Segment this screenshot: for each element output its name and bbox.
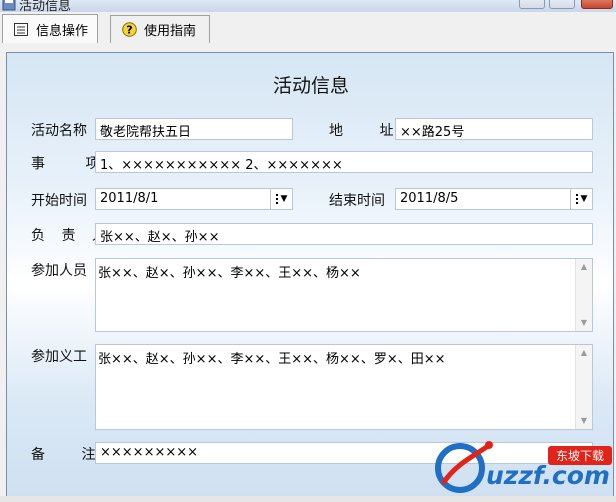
- activity-name-label: 活动名称: [31, 123, 87, 139]
- scroll-up-icon[interactable]: ▲: [576, 259, 592, 275]
- participants-scrollbar[interactable]: ▲ ▼: [575, 259, 592, 331]
- end-time-value: 2011/8/5: [400, 191, 459, 206]
- end-time-picker[interactable]: 2011/8/5 ▼: [395, 188, 593, 210]
- participants-textarea[interactable]: 张××、赵×、孙××、李××、王××、杨×× ▲ ▼: [95, 258, 593, 332]
- start-time-dropdown-button[interactable]: ▼: [270, 189, 292, 209]
- scroll-up-icon[interactable]: ▲: [576, 345, 592, 361]
- watermark-tag: 东坡下载: [556, 449, 604, 463]
- help-icon: ?: [121, 22, 137, 38]
- end-time-dropdown-button[interactable]: ▼: [570, 189, 592, 209]
- app-icon: [2, 0, 16, 11]
- svg-text:uzzf.com: uzzf.com: [486, 461, 610, 490]
- tab-user-guide-label: 使用指南: [144, 24, 197, 39]
- volunteers-scrollbar[interactable]: ▲ ▼: [575, 345, 592, 429]
- window-title: 活动信息: [19, 0, 72, 12]
- items-field[interactable]: 1、××××××××××× 2、×××××××: [95, 151, 593, 173]
- leader-field[interactable]: 张××、赵×、孙××: [95, 223, 593, 245]
- minimize-button[interactable]: [519, 0, 545, 9]
- scroll-down-icon[interactable]: ▼: [576, 413, 592, 429]
- start-time-value: 2011/8/1: [100, 191, 159, 206]
- address-field[interactable]: ××路25号: [395, 118, 593, 140]
- tab-strip: 信息操作 ? 使用指南: [0, 12, 616, 44]
- participants-text: 张××、赵×、孙××、李××、王××、杨××: [98, 266, 361, 281]
- maximize-button[interactable]: [549, 0, 575, 9]
- volunteers-label: 参加义工: [31, 349, 87, 365]
- tab-user-guide[interactable]: ? 使用指南: [110, 15, 210, 43]
- close-button[interactable]: [581, 0, 613, 9]
- volunteers-text: 张××、赵×、孙××、李××、王××、杨××、罗×、田××: [98, 352, 446, 367]
- start-time-picker[interactable]: 2011/8/1 ▼: [95, 188, 293, 210]
- chevron-down-icon: ▼: [580, 194, 588, 204]
- bottom-status-strip: [0, 496, 616, 502]
- tab-info-operation[interactable]: 信息操作: [2, 14, 98, 43]
- svg-text:?: ?: [126, 24, 132, 37]
- end-time-label: 结束时间: [329, 193, 385, 209]
- scroll-down-icon[interactable]: ▼: [576, 315, 592, 331]
- list-icon: [13, 21, 29, 37]
- site-watermark-logo: uzzf.com 东坡下载: [430, 434, 616, 502]
- activity-name-field[interactable]: 敬老院帮扶五日: [95, 118, 293, 140]
- start-time-label: 开始时间: [31, 193, 87, 209]
- chevron-down-icon: ▼: [280, 194, 288, 204]
- title-bar: 活动信息: [0, 0, 616, 12]
- tab-info-operation-label: 信息操作: [36, 23, 89, 39]
- form-title: 活动信息: [272, 75, 349, 97]
- activity-form: 活动信息 活动名称 敬老院帮扶五日 地 址 ××路25号 事 项 1、×××××…: [6, 52, 614, 498]
- volunteers-textarea[interactable]: 张××、赵×、孙××、李××、王××、杨××、罗×、田×× ▲ ▼: [95, 344, 593, 430]
- participants-label: 参加人员: [31, 263, 87, 279]
